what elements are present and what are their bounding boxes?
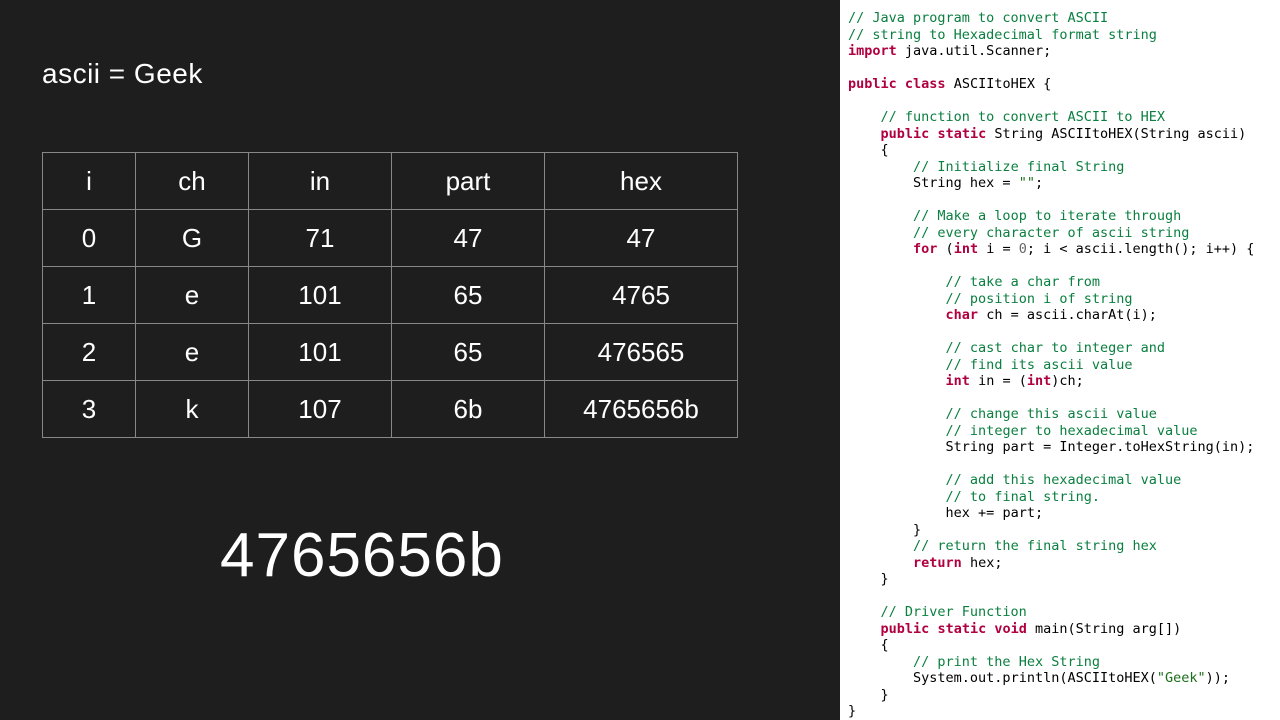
table-cell: 4765656b	[545, 381, 738, 438]
result-output: 4765656b	[220, 520, 504, 591]
code-line: {	[848, 637, 1274, 654]
trace-table: ichinparthex0G7147471e1016547652e1016547…	[42, 152, 738, 438]
code-line: // to final string.	[848, 489, 1274, 506]
code-line	[848, 93, 1274, 110]
table-row: 3k1076b4765656b	[43, 381, 738, 438]
table-cell: 476565	[545, 324, 738, 381]
code-line: String hex = "";	[848, 175, 1274, 192]
code-line	[848, 258, 1274, 275]
code-line: }	[848, 522, 1274, 539]
code-line: // Initialize final String	[848, 159, 1274, 176]
code-line: // cast char to integer and	[848, 340, 1274, 357]
code-line: public static void main(String arg[])	[848, 621, 1274, 638]
table-cell: 71	[249, 210, 392, 267]
code-line: public class ASCIItoHEX {	[848, 76, 1274, 93]
table-cell: k	[136, 381, 249, 438]
table-cell: 0	[43, 210, 136, 267]
table-cell: 47	[392, 210, 545, 267]
code-line: String part = Integer.toHexString(in);	[848, 439, 1274, 456]
slide-stage: ascii = Geek ichinparthex0G7147471e10165…	[0, 0, 1280, 720]
code-line: public static String ASCIItoHEX(String a…	[848, 126, 1274, 143]
code-line	[848, 192, 1274, 209]
code-line: {	[848, 142, 1274, 159]
code-line	[848, 456, 1274, 473]
table-cell: 6b	[392, 381, 545, 438]
code-line: import java.util.Scanner;	[848, 43, 1274, 60]
code-line: char ch = ascii.charAt(i);	[848, 307, 1274, 324]
table-cell: G	[136, 210, 249, 267]
code-line: // Driver Function	[848, 604, 1274, 621]
table-cell: e	[136, 267, 249, 324]
code-line: // print the Hex String	[848, 654, 1274, 671]
col-header-i: i	[43, 153, 136, 210]
table-row: 0G714747	[43, 210, 738, 267]
trace-panel: ascii = Geek ichinparthex0G7147471e10165…	[0, 0, 840, 720]
code-line: // change this ascii value	[848, 406, 1274, 423]
code-line: // find its ascii value	[848, 357, 1274, 374]
col-header-in: in	[249, 153, 392, 210]
table-row: 2e10165476565	[43, 324, 738, 381]
code-line: // function to convert ASCII to HEX	[848, 109, 1274, 126]
table-cell: 3	[43, 381, 136, 438]
col-header-ch: ch	[136, 153, 249, 210]
code-line: }	[848, 703, 1274, 720]
code-line: // integer to hexadecimal value	[848, 423, 1274, 440]
code-line: for (int i = 0; i < ascii.length(); i++)…	[848, 241, 1274, 258]
col-header-hex: hex	[545, 153, 738, 210]
input-title: ascii = Geek	[42, 58, 203, 90]
code-line	[848, 324, 1274, 341]
code-line: return hex;	[848, 555, 1274, 572]
table-cell: 4765	[545, 267, 738, 324]
table-cell: 2	[43, 324, 136, 381]
table-cell: 107	[249, 381, 392, 438]
code-line: // return the final string hex	[848, 538, 1274, 555]
code-line: // add this hexadecimal value	[848, 472, 1274, 489]
code-line: }	[848, 571, 1274, 588]
code-line	[848, 588, 1274, 605]
code-line: // Java program to convert ASCII	[848, 10, 1274, 27]
code-line: // every character of ascii string	[848, 225, 1274, 242]
code-line: // string to Hexadecimal format string	[848, 27, 1274, 44]
table-cell: 65	[392, 267, 545, 324]
table-cell: 47	[545, 210, 738, 267]
code-line: // take a char from	[848, 274, 1274, 291]
code-line: // Make a loop to iterate through	[848, 208, 1274, 225]
code-line: System.out.println(ASCIItoHEX("Geek"));	[848, 670, 1274, 687]
code-line	[848, 60, 1274, 77]
code-line: // position i of string	[848, 291, 1274, 308]
table-row: 1e101654765	[43, 267, 738, 324]
col-header-part: part	[392, 153, 545, 210]
table-cell: 101	[249, 324, 392, 381]
table-cell: e	[136, 324, 249, 381]
code-panel: // Java program to convert ASCII// strin…	[840, 0, 1280, 720]
code-line	[848, 390, 1274, 407]
table-cell: 1	[43, 267, 136, 324]
code-line: }	[848, 687, 1274, 704]
table-cell: 101	[249, 267, 392, 324]
code-line: int in = (int)ch;	[848, 373, 1274, 390]
table-cell: 65	[392, 324, 545, 381]
code-line: hex += part;	[848, 505, 1274, 522]
